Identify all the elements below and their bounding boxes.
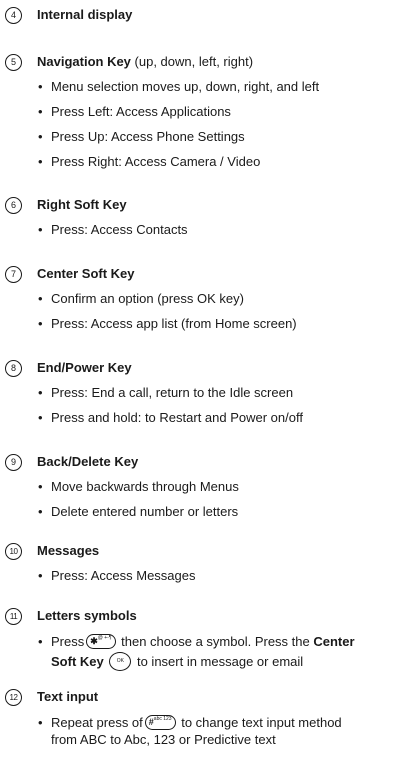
section-title: End/Power Key	[37, 360, 132, 375]
section-number: 7	[5, 266, 22, 283]
section-title: Internal display	[37, 7, 133, 22]
section-number: 5	[5, 54, 22, 71]
star-key-icon: ✱@ +-¶	[86, 634, 116, 650]
section-title: Letters symbols	[37, 608, 137, 623]
section-title: Messages	[37, 543, 100, 558]
ok-key-icon: OK	[109, 651, 132, 671]
section-title: Center Soft Key	[37, 266, 135, 281]
section-number: 8	[5, 360, 22, 377]
hash-key-icon: #abc 123	[144, 715, 176, 731]
section-title: Navigation Key (up, down, left, right)	[37, 54, 254, 69]
section-number: 10	[5, 543, 22, 560]
section-title: Text input	[37, 689, 99, 704]
section-title: Right Soft Key	[37, 197, 127, 212]
section-number: 11	[5, 608, 22, 625]
section-number: 4	[5, 7, 22, 24]
section-number: 12	[5, 689, 22, 706]
section-number: 9	[5, 454, 22, 471]
section-title: Back/Delete Key	[37, 454, 139, 469]
section-number: 6	[5, 197, 22, 214]
